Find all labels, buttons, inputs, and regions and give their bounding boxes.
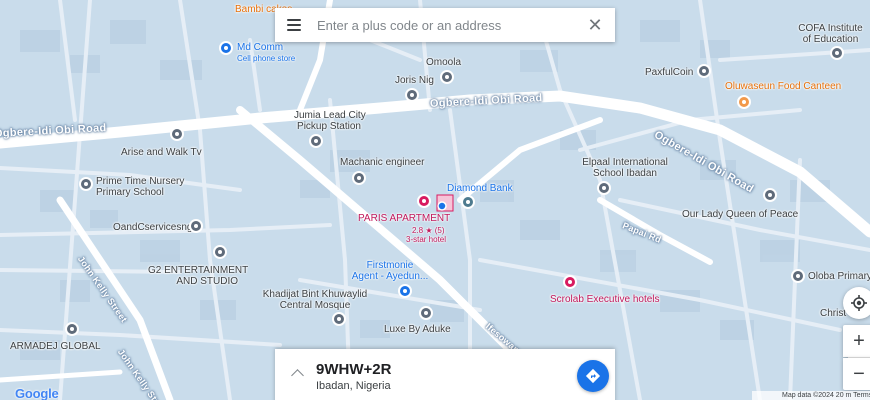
- chevron-up-icon[interactable]: [291, 369, 304, 382]
- place-pin-oandc[interactable]: [189, 219, 203, 233]
- zoom-out-button[interactable]: −: [843, 358, 870, 390]
- map-data-attribution[interactable]: Map data ©2024 20 m Terms: [752, 391, 870, 400]
- place-pin-paxful[interactable]: [697, 64, 711, 78]
- place-pin-armadej[interactable]: [65, 322, 79, 336]
- place-rating-paris-apartment: 2.8 ★ (5): [412, 226, 445, 235]
- zoom-in-button[interactable]: +: [843, 325, 870, 357]
- map-viewport[interactable]: Ogbere-Idi Obi Road Ogbere-Idi Obi Road …: [0, 0, 870, 400]
- place-pin-paris-apartment[interactable]: [417, 194, 431, 208]
- place-pin-arise[interactable]: [170, 127, 184, 141]
- hamburger-menu-icon[interactable]: [287, 19, 301, 31]
- search-bar[interactable]: ✕: [275, 8, 615, 42]
- place-label-christ[interactable]: Christ: [820, 308, 846, 319]
- place-pin-oloba[interactable]: [791, 269, 805, 283]
- place-label-paxful[interactable]: PaxfulCoin: [645, 67, 693, 78]
- place-label-luxe[interactable]: Luxe By Aduke: [384, 324, 451, 335]
- place-label-jumia[interactable]: Jumia Lead City Pickup Station: [294, 110, 366, 132]
- place-label-paris-apartment[interactable]: PARIS APARTMENT: [358, 213, 450, 224]
- place-label-oandc[interactable]: OandCservicesng: [113, 222, 192, 233]
- place-label-oluwaseun[interactable]: Oluwaseun Food Canteen: [725, 81, 841, 92]
- place-pin-firstmonie[interactable]: [398, 284, 412, 298]
- place-label-joris-nig[interactable]: Joris Nig: [395, 75, 434, 86]
- place-label-g2[interactable]: G2 ENTERTAINMENT AND STUDIO: [148, 265, 248, 287]
- place-pin-joris-nig[interactable]: [405, 88, 419, 102]
- directions-icon: [585, 368, 601, 384]
- place-pin-diamond-bank[interactable]: [461, 195, 475, 209]
- place-label-firstmonie[interactable]: Firstmonie Agent - Ayedun...: [350, 260, 430, 282]
- place-label-khadijat[interactable]: Khadijat Bint Khuwaylid Central Mosque: [255, 289, 375, 311]
- place-label-armadej[interactable]: ARMADEJ GLOBAL: [10, 341, 101, 352]
- place-sublabel-md-comm: Cell phone store: [237, 54, 296, 63]
- place-label-prime-time[interactable]: Prime Time Nursery Primary School: [96, 176, 184, 198]
- plus-code: 9WHW+2R: [316, 361, 392, 378]
- place-label-machanic[interactable]: Machanic engineer: [340, 157, 425, 168]
- google-logo-text: Google: [15, 386, 59, 400]
- place-label-oloba[interactable]: Oloba Primary: [808, 271, 870, 282]
- place-label-md-comm[interactable]: Md Comm: [237, 42, 283, 53]
- place-label-our-lady[interactable]: Our Lady Queen of Peace: [682, 209, 798, 220]
- place-pin-oluwaseun[interactable]: [737, 95, 751, 109]
- place-pin-machanic[interactable]: [352, 171, 366, 185]
- plus-icon: +: [853, 329, 865, 352]
- place-pin-omoola[interactable]: [440, 70, 454, 84]
- place-label-omoola[interactable]: Omoola: [426, 57, 461, 68]
- place-pin-md-comm[interactable]: [219, 41, 233, 55]
- place-label-scrolab[interactable]: Scrolab Executive hotels: [550, 294, 660, 305]
- place-pin-our-lady-junction[interactable]: [763, 188, 777, 202]
- place-pin-prime-time[interactable]: [79, 177, 93, 191]
- plus-code-card[interactable]: 9WHW+2R Ibadan, Nigeria: [275, 349, 615, 400]
- place-label-arise[interactable]: Arise and Walk Tv: [121, 147, 202, 158]
- place-pin-jumia[interactable]: [309, 134, 323, 148]
- place-pin-elpaal[interactable]: [597, 181, 611, 195]
- place-class-paris-apartment: 3-star hotel: [406, 235, 447, 244]
- place-pin-khadijat[interactable]: [332, 312, 346, 326]
- close-icon[interactable]: ✕: [585, 15, 605, 35]
- google-logo: Google: [15, 386, 59, 400]
- my-location-button[interactable]: [843, 287, 870, 319]
- directions-button[interactable]: [577, 360, 609, 392]
- place-pin-cofa[interactable]: [830, 46, 844, 60]
- locality: Ibadan, Nigeria: [316, 380, 391, 392]
- search-input[interactable]: [315, 16, 585, 34]
- minus-icon: −: [853, 362, 865, 385]
- place-pin-luxe[interactable]: [419, 306, 433, 320]
- place-label-diamond-bank[interactable]: Diamond Bank: [447, 183, 513, 194]
- place-label-elpaal[interactable]: Elpaal International School Ibadan: [580, 157, 670, 179]
- place-label-cofa[interactable]: COFA Institute of Education: [793, 23, 868, 45]
- my-location-icon: [851, 295, 867, 311]
- place-pin-g2[interactable]: [213, 245, 227, 259]
- place-pin-scrolab[interactable]: [563, 275, 577, 289]
